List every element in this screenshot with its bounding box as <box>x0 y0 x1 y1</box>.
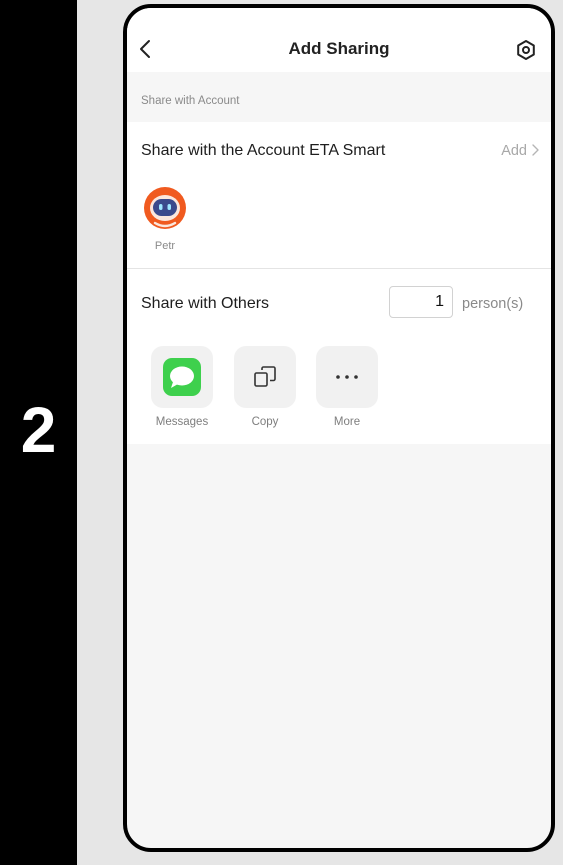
messages-label: Messages <box>155 416 209 428</box>
add-account-button[interactable]: Add <box>501 143 539 159</box>
phone-frame: Add Sharing Share with Account Share wit… <box>123 4 555 852</box>
messages-icon <box>163 358 201 396</box>
more-label: More <box>333 416 361 428</box>
step-panel: 2 <box>0 0 77 865</box>
others-share-card: Share with Others person(s) Messages <box>127 269 551 444</box>
copy-label: Copy <box>251 416 279 428</box>
account-share-card: Share with the Account ETA Smart Add Pet… <box>127 122 551 269</box>
share-with-others-label: Share with Others <box>141 295 270 312</box>
person-unit-label: person(s) <box>462 296 524 312</box>
page-title: Add Sharing <box>288 39 390 58</box>
member-name: Petr <box>154 240 176 252</box>
avatar[interactable] <box>143 186 187 230</box>
settings-icon[interactable] <box>515 39 537 61</box>
header-bar: Add Sharing <box>127 8 551 72</box>
more-icon <box>336 375 358 379</box>
section-caption-account: Share with Account <box>141 95 240 107</box>
person-count-input[interactable] <box>389 286 453 318</box>
share-copy-button[interactable]: Copy <box>234 346 296 428</box>
chevron-right-icon <box>532 144 539 156</box>
more-tile <box>316 346 378 408</box>
share-more-button[interactable]: More <box>316 346 378 428</box>
add-button-label: Add <box>501 143 527 159</box>
share-messages-button[interactable]: Messages <box>151 346 213 428</box>
copy-icon <box>254 366 276 387</box>
step-number: 2 <box>20 394 57 466</box>
share-with-account-label: Share with the Account ETA Smart <box>141 142 386 159</box>
messages-tile <box>151 346 213 408</box>
copy-tile <box>234 346 296 408</box>
